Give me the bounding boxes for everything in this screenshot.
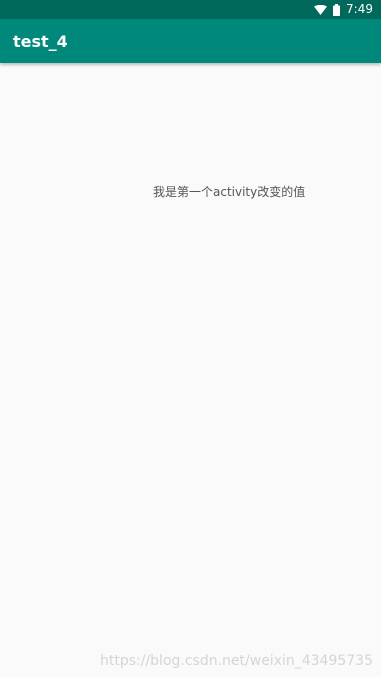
app-title: test_4 <box>13 31 68 51</box>
watermark: https://blog.csdn.net/weixin_43495735 <box>99 653 373 669</box>
app-bar: test_4 <box>0 19 381 63</box>
message-text: 我是第一个activity改变的值 <box>153 185 306 199</box>
status-time: 7:49 <box>346 2 373 16</box>
app-screen: 7:49 test_4 我是第一个activity改变的值 https://bl… <box>0 0 381 677</box>
battery-icon <box>333 3 341 16</box>
main-content: 我是第一个activity改变的值 <box>0 63 381 677</box>
status-bar: 7:49 <box>0 0 381 19</box>
wifi-icon <box>314 4 328 15</box>
